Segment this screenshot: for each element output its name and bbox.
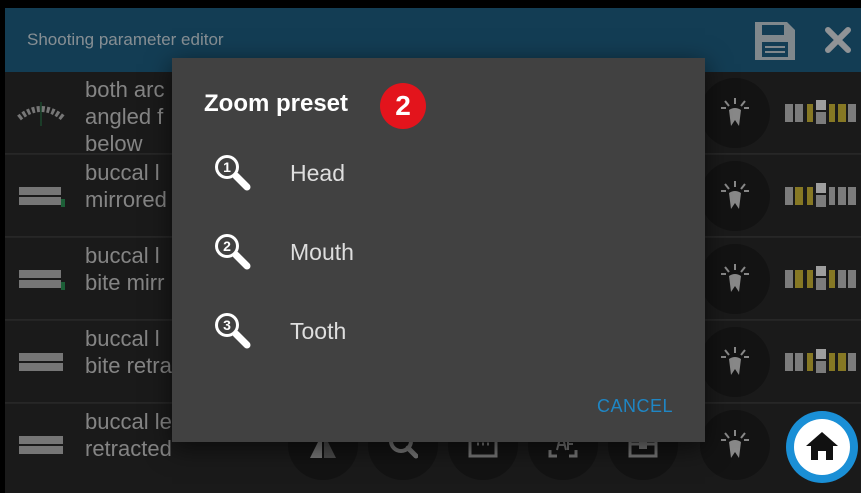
- home-button[interactable]: [786, 411, 858, 483]
- svg-text:1: 1: [223, 159, 231, 175]
- step-badge: 2: [380, 83, 426, 129]
- zoom-3-icon: 3: [215, 313, 251, 349]
- option-head[interactable]: 1 Head: [172, 142, 705, 202]
- zoom-1-icon: 1: [215, 155, 251, 191]
- dialog-title: Zoom preset: [204, 90, 349, 117]
- home-icon: [806, 432, 838, 460]
- svg-text:3: 3: [223, 317, 231, 333]
- zoom-2-icon: 2: [215, 234, 251, 270]
- option-label: Head: [290, 160, 345, 186]
- option-tooth[interactable]: 3 Tooth: [172, 300, 705, 360]
- svg-text:2: 2: [223, 238, 231, 254]
- zoom-preset-dialog: Zoom preset 2 1 Head 2 Mouth 3 Tooth CAN…: [172, 58, 705, 442]
- option-label: Tooth: [290, 318, 347, 344]
- option-label: Mouth: [290, 239, 354, 265]
- cancel-button[interactable]: CANCEL: [597, 396, 673, 417]
- option-mouth[interactable]: 2 Mouth: [172, 221, 705, 281]
